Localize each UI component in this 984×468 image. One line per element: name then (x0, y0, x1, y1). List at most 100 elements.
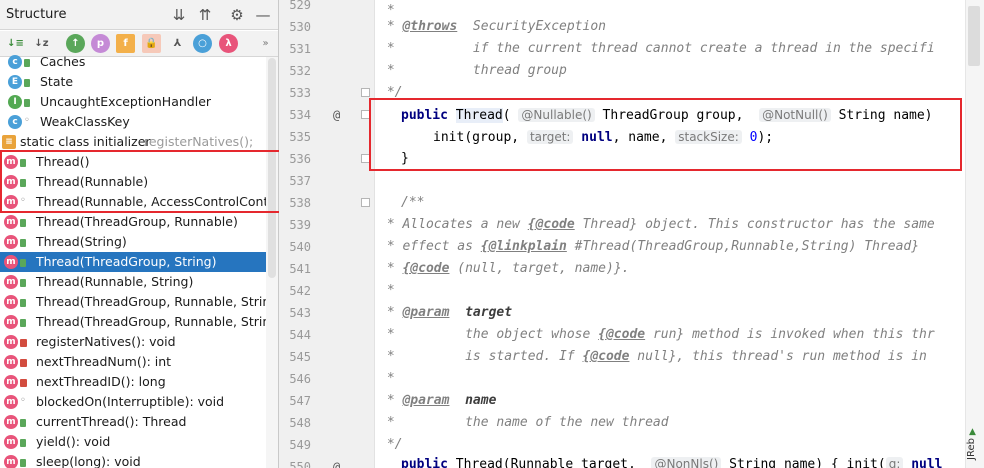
tree-row-label: blockedOn(Interruptible): void (36, 394, 225, 409)
line-number: 541 (289, 262, 311, 276)
code-line-535: init(group, target: null, name, stackSiz… (433, 130, 774, 145)
structure-scroll-thumb[interactable] (268, 58, 276, 278)
public-visibility-icon (20, 439, 26, 447)
code-line-549: */ (379, 437, 403, 452)
line-number: 540 (289, 240, 311, 254)
tree-row[interactable]: m currentThread(): Thread (0, 412, 278, 432)
tree-row[interactable]: c ◦ WeakClassKey (0, 112, 278, 132)
code-line-544: * the object whose {@code run} method is… (379, 327, 935, 342)
method-icon: m (4, 295, 18, 309)
method-icon: m (4, 275, 18, 289)
code-line-548: * the name of the new thread (379, 415, 669, 430)
tree-row[interactable]: m Thread(Runnable, String) (0, 272, 278, 292)
show-lambdas-icon[interactable]: ○ (193, 34, 212, 53)
show-properties-icon[interactable]: p (91, 34, 110, 53)
collapse-all-icon[interactable]: ⇈ (194, 4, 216, 26)
tree-row[interactable]: m sleep(long): void (0, 452, 278, 468)
tree-row[interactable]: m ◦ Thread(Runnable, AccessControlContext) (0, 192, 278, 212)
initializer-icon: ≡ (2, 135, 16, 149)
public-visibility-icon (20, 299, 26, 307)
annotation-gutter-icon[interactable]: @ (333, 456, 340, 468)
code-line-546: * (379, 371, 395, 386)
tree-row-label: currentThread(): Thread (36, 414, 187, 429)
line-number: 534 (289, 108, 311, 122)
fold-marker-icon[interactable] (361, 198, 370, 207)
line-number: 543 (289, 306, 311, 320)
method-icon: m (4, 255, 18, 269)
tree-row-selected[interactable]: m Thread(ThreadGroup, String) (0, 252, 278, 272)
tree-row-label: sleep(long): void (36, 454, 141, 468)
class-icon: c (8, 55, 22, 69)
tree-row[interactable]: m nextThreadID(): long (0, 372, 278, 392)
code-line-539: * Allocates a new {@code Thread} object.… (379, 217, 935, 232)
sort-alpha-icon[interactable]: ↓z (32, 34, 51, 53)
tree-row[interactable]: m Thread(ThreadGroup, Runnable, String, l… (0, 312, 278, 332)
show-inherited-icon[interactable]: ↑ (66, 34, 85, 53)
method-icon: m (4, 435, 18, 449)
package-visibility-icon: ◦ (20, 395, 26, 406)
line-number: 548 (289, 416, 311, 430)
jrebel-tab[interactable]: JReb (966, 430, 984, 468)
tree-row[interactable]: I UncaughtExceptionHandler (0, 92, 278, 112)
method-icon: m (4, 315, 18, 329)
tree-row-label: nextThreadID(): long (36, 374, 166, 389)
tree-row[interactable]: m Thread(String) (0, 232, 278, 252)
package-visibility-icon: ◦ (20, 195, 26, 206)
tree-row[interactable]: m nextThreadNum(): int (0, 352, 278, 372)
tree-row-label: Thread(ThreadGroup, Runnable) (36, 214, 238, 229)
method-icon: m (4, 215, 18, 229)
line-number: 539 (289, 218, 311, 232)
tree-row[interactable]: m Thread(ThreadGroup, Runnable) (0, 212, 278, 232)
show-lambda-icon[interactable]: λ (219, 34, 238, 53)
code-line-540: * effect as {@linkplain #Thread(ThreadGr… (379, 239, 920, 254)
private-lock-icon (20, 359, 27, 367)
tree-row-label: WeakClassKey (40, 114, 130, 129)
fold-marker-icon[interactable] (361, 88, 370, 97)
tree-row[interactable]: m yield(): void (0, 432, 278, 452)
tree-row-label: nextThreadNum(): int (36, 354, 172, 369)
more-icon[interactable]: » (256, 34, 275, 53)
code-line-541: * {@code (null, target, name)}. (379, 261, 630, 276)
tree-row[interactable]: m Thread(Runnable) (0, 172, 278, 192)
line-number: 542 (289, 284, 311, 298)
tree-row[interactable]: E State (0, 72, 278, 92)
public-visibility-icon (20, 259, 26, 267)
public-visibility-icon (20, 159, 26, 167)
tree-row[interactable]: m registerNatives(): void (0, 332, 278, 352)
show-fields-icon[interactable]: f (116, 34, 135, 53)
public-visibility-icon (20, 219, 26, 227)
expand-all-icon[interactable]: ⇊ (168, 4, 190, 26)
public-visibility-icon (20, 319, 26, 327)
fold-marker-icon[interactable] (361, 110, 370, 119)
tree-row-label: Thread(Runnable) (36, 174, 149, 189)
fold-marker-icon[interactable] (361, 154, 370, 163)
annotation-gutter-icon[interactable]: @ (333, 104, 340, 126)
show-anonymous-icon[interactable]: ⅄ (168, 34, 187, 53)
tree-row-suffix: registerNatives(); (144, 134, 254, 149)
code-line-542: * (379, 283, 395, 298)
method-icon: m (4, 155, 18, 169)
line-number: 529 (289, 0, 311, 12)
editor-scrollbar[interactable] (965, 0, 984, 468)
tree-row[interactable]: m Thread() (0, 152, 278, 172)
code-line-532: * thread group (379, 63, 567, 78)
tree-row[interactable]: m Thread(ThreadGroup, Runnable, String) (0, 292, 278, 312)
show-non-public-icon[interactable]: 🔒 (142, 34, 161, 53)
line-number: 547 (289, 394, 311, 408)
tree-row-label: Thread(ThreadGroup, Runnable, String, lo (36, 314, 278, 329)
editor-scroll-thumb[interactable] (968, 6, 980, 66)
structure-header: Structure ⇊ ⇈ ⚙ — (0, 0, 278, 30)
tree-row[interactable]: m ◦ blockedOn(Interruptible): void (0, 392, 278, 412)
sort-by-visibility-icon[interactable]: ↓≡ (6, 34, 25, 53)
code-editor[interactable]: 529 530 531 532 533 534 535 536 537 538 539 540 541 5… (279, 0, 984, 468)
line-number: 546 (289, 372, 311, 386)
minimize-icon[interactable]: — (252, 4, 274, 26)
tree-row[interactable]: ≡ static class initializer registerNatives… (0, 132, 278, 152)
editor-gutter: 529 530 531 532 533 534 535 536 537 538 539 540 541 5… (279, 0, 375, 468)
private-lock-icon (20, 379, 27, 387)
code-line-536: } (401, 151, 409, 166)
gear-icon[interactable]: ⚙ (226, 4, 248, 26)
tree-row[interactable]: c Caches (0, 52, 278, 72)
panel-title: Structure (6, 7, 67, 22)
public-visibility-icon (24, 79, 30, 87)
